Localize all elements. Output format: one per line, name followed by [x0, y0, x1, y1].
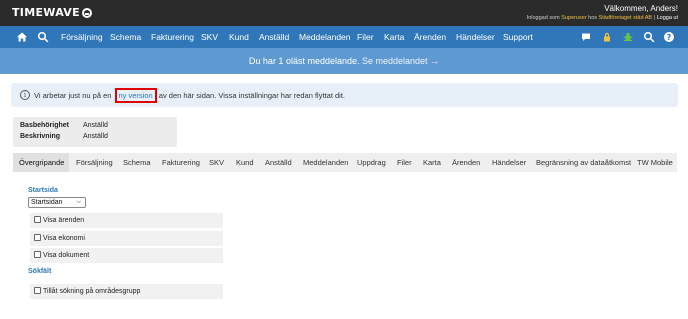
svg-text:?: ? [667, 33, 672, 42]
tab-begransning-av-dataatkomst[interactable]: Begränsning av dataåtkomst [536, 153, 631, 172]
logout-link[interactable]: Logga ut [657, 15, 678, 21]
checkbox[interactable] [34, 234, 41, 241]
nav-item-filer[interactable]: Filer [357, 26, 374, 48]
startsida-select[interactable]: Startsidan ⌵ [28, 197, 86, 208]
tab-anstalld[interactable]: Anställd [265, 153, 292, 172]
nav-item-anstalld[interactable]: Anställd [259, 26, 289, 48]
option-tillat-sokning-pa-omradesgrupp[interactable]: Tillåt sökning på områdesgrupp [30, 284, 223, 299]
timewave-logo[interactable]: TIMEWAVE [12, 6, 92, 19]
logo-text: TIMEWAVE [12, 6, 80, 19]
nav-item-support[interactable]: Support [503, 26, 533, 48]
search-icon[interactable] [37, 31, 49, 43]
help-icon[interactable]: ? [663, 31, 675, 43]
unread-message-banner: Du har 1 oläst meddelande. Se meddelande… [0, 48, 688, 74]
settings-tabs: Övergripande Försäljning Schema Fakturer… [13, 153, 677, 172]
tab-overgripande[interactable]: Övergripande [13, 153, 69, 172]
user-info: Inloggad som Superuser hos Städföretaget… [526, 15, 678, 21]
nav-item-karta[interactable]: Karta [384, 26, 404, 48]
perm-row-beskrivning: Beskrivning Anställd [20, 133, 108, 140]
option-visa-dokument[interactable]: Visa dokument [30, 248, 223, 263]
new-version-link[interactable]: ny version [114, 88, 157, 103]
tab-filer[interactable]: Filer [397, 153, 412, 172]
tab-karta[interactable]: Karta [423, 153, 441, 172]
tab-forsaljning[interactable]: Försäljning [76, 153, 113, 172]
welcome-text: Välkommen, Anders! [604, 4, 678, 13]
view-message-link[interactable]: Se meddelandet → [362, 56, 439, 66]
nav-item-kund[interactable]: Kund [229, 26, 249, 48]
chevron-down-icon: ⌵ [76, 199, 81, 205]
tab-fakturering[interactable]: Fakturering [162, 153, 200, 172]
user-link[interactable]: Superuser [561, 15, 588, 21]
checkbox[interactable] [34, 287, 41, 294]
company-link[interactable]: Städföretaget städ AB [599, 15, 654, 21]
nav-item-skv[interactable]: SKV [201, 26, 218, 48]
banner-text: Du har 1 oläst meddelande. [248, 56, 362, 66]
nav-item-meddelanden[interactable]: Meddelanden [299, 26, 351, 48]
permission-summary: Basbehörighet Anställd Beskrivning Anställ… [13, 117, 177, 147]
option-visa-arenden[interactable]: Visa ärenden [30, 213, 223, 228]
nav-item-handelser[interactable]: Händelser [456, 26, 495, 48]
startsida-select-value: Startsidan [31, 199, 63, 206]
startsida-title: Startsida [28, 187, 58, 194]
option-visa-ekonomi[interactable]: Visa ekonomi [30, 231, 223, 246]
nav-item-fakturering[interactable]: Fakturering [151, 26, 194, 48]
bug-icon[interactable] [622, 31, 634, 43]
tab-tw-mobile[interactable]: TW Mobile [637, 153, 673, 172]
tab-skv[interactable]: SKV [209, 153, 224, 172]
sokfalt-title: Sökfält [28, 268, 52, 275]
checkbox[interactable] [34, 216, 41, 223]
tab-handelser[interactable]: Händelser [492, 153, 526, 172]
tab-uppdrag[interactable]: Uppdrag [357, 153, 386, 172]
tab-arenden[interactable]: Ärenden [452, 153, 480, 172]
tab-meddelanden[interactable]: Meddelanden [303, 153, 348, 172]
tab-kund[interactable]: Kund [236, 153, 254, 172]
search-icon[interactable] [643, 31, 655, 43]
main-nav: Försäljning Schema Fakturering SKV Kund … [0, 26, 688, 48]
home-icon[interactable] [16, 31, 28, 43]
top-bar: TIMEWAVE Välkommen, Anders! Inloggad som… [0, 0, 688, 26]
logo-mark-icon [81, 7, 92, 18]
info-notice: i Vi arbetar just nu på en ny version av… [11, 83, 678, 107]
info-icon: i [20, 90, 30, 100]
chat-icon[interactable] [580, 31, 592, 43]
lock-icon[interactable] [601, 31, 613, 43]
checkbox[interactable] [34, 251, 41, 258]
nav-item-schema[interactable]: Schema [110, 26, 141, 48]
nav-item-arenden[interactable]: Ärenden [414, 26, 446, 48]
nav-item-forsaljning[interactable]: Försäljning [61, 26, 103, 48]
info-text: Vi arbetar just nu på en ny version av d… [34, 88, 345, 103]
perm-row-basbehorighet: Basbehörighet Anställd [20, 122, 108, 129]
tab-schema[interactable]: Schema [123, 153, 151, 172]
